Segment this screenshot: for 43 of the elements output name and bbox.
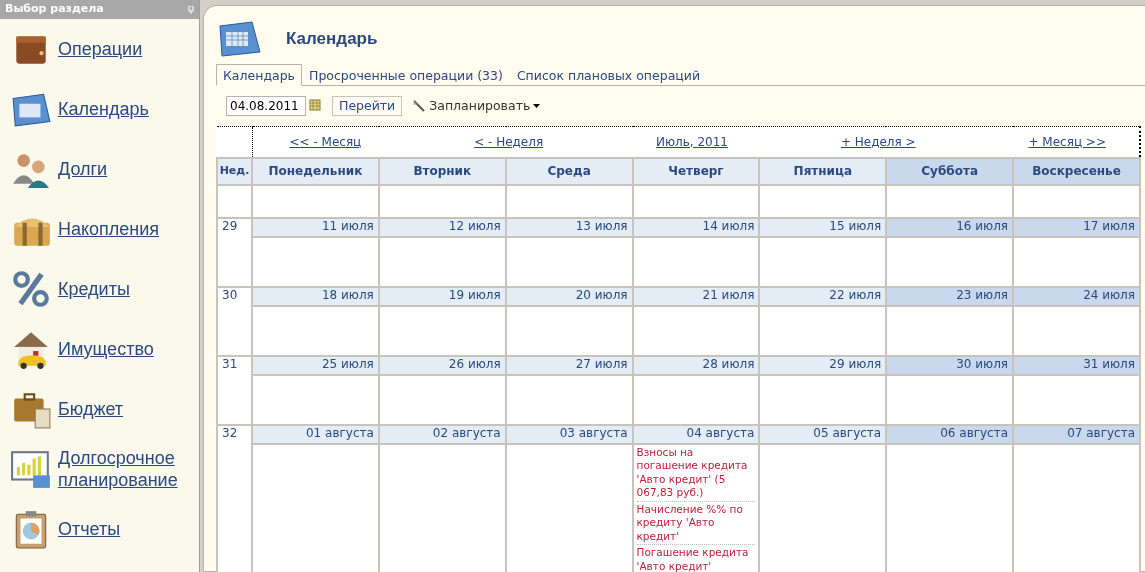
column-header: Воскресенье [1013, 157, 1140, 185]
column-header: Пятница [759, 157, 887, 185]
nav-link-text[interactable]: < - Неделя [474, 132, 544, 151]
section-link[interactable]: Кредиты [58, 278, 130, 300]
event-entry[interactable]: Взносы на погашение кредита 'Авто кредит' (5 067,83 руб.) [636, 445, 756, 502]
tab[interactable]: Календарь [216, 64, 302, 86]
section-link[interactable]: Операции [58, 38, 143, 60]
sidebar-title: Выбор раздела [5, 1, 104, 18]
section-link[interactable]: Имущество [58, 338, 154, 360]
week-number: 30 [222, 288, 238, 302]
event-entry[interactable]: Погашение кредита 'Авто кредит' [636, 545, 756, 572]
section-link[interactable]: Отчеты [58, 518, 121, 540]
column-header: Суббота [886, 157, 1014, 185]
week-number: 32 [222, 426, 238, 440]
column-header: Четверг [632, 157, 760, 185]
nav-link-text[interactable]: + Месяц >> [1028, 132, 1106, 151]
calendar-picker-icon[interactable] [308, 96, 322, 114]
tab[interactable]: Список плановых операций [509, 64, 708, 86]
percent-icon[interactable] [10, 268, 52, 310]
nav-link-text[interactable]: Июль, 2011 [656, 132, 728, 151]
section-link[interactable]: Накопления [58, 218, 160, 240]
nav-link-text[interactable]: + Неделя > [840, 132, 916, 151]
week-number: 29 [222, 219, 238, 233]
column-header: Нед. [217, 157, 252, 185]
column-header: Понедельник [252, 157, 379, 185]
schedule-button[interactable]: Запланировать [412, 96, 541, 116]
event-entry[interactable]: Начисление %% по кредиту 'Авто кредит' [636, 501, 756, 545]
calendar-icon [216, 18, 262, 58]
column-header: Вторник [378, 157, 506, 185]
wand-icon [412, 99, 427, 113]
caret-icon [533, 104, 541, 108]
tab[interactable]: Просроченные операции (33) [302, 64, 510, 86]
nav-link-text[interactable]: << - Месяц [289, 132, 362, 151]
chart-icon[interactable] [10, 448, 52, 490]
week-number: 31 [222, 357, 238, 371]
section-link[interactable]: Календарь [58, 98, 149, 120]
date-field[interactable]: 04.08.2011 [226, 96, 306, 116]
go-button[interactable]: Перейти [332, 96, 403, 116]
section-link[interactable]: Долгосрочное планирование [58, 447, 199, 491]
page-title: Календарь [286, 28, 378, 50]
section-link[interactable]: Долги [58, 158, 108, 180]
section-link[interactable]: Бюджет [58, 398, 124, 420]
column-header: Среда [505, 157, 633, 185]
